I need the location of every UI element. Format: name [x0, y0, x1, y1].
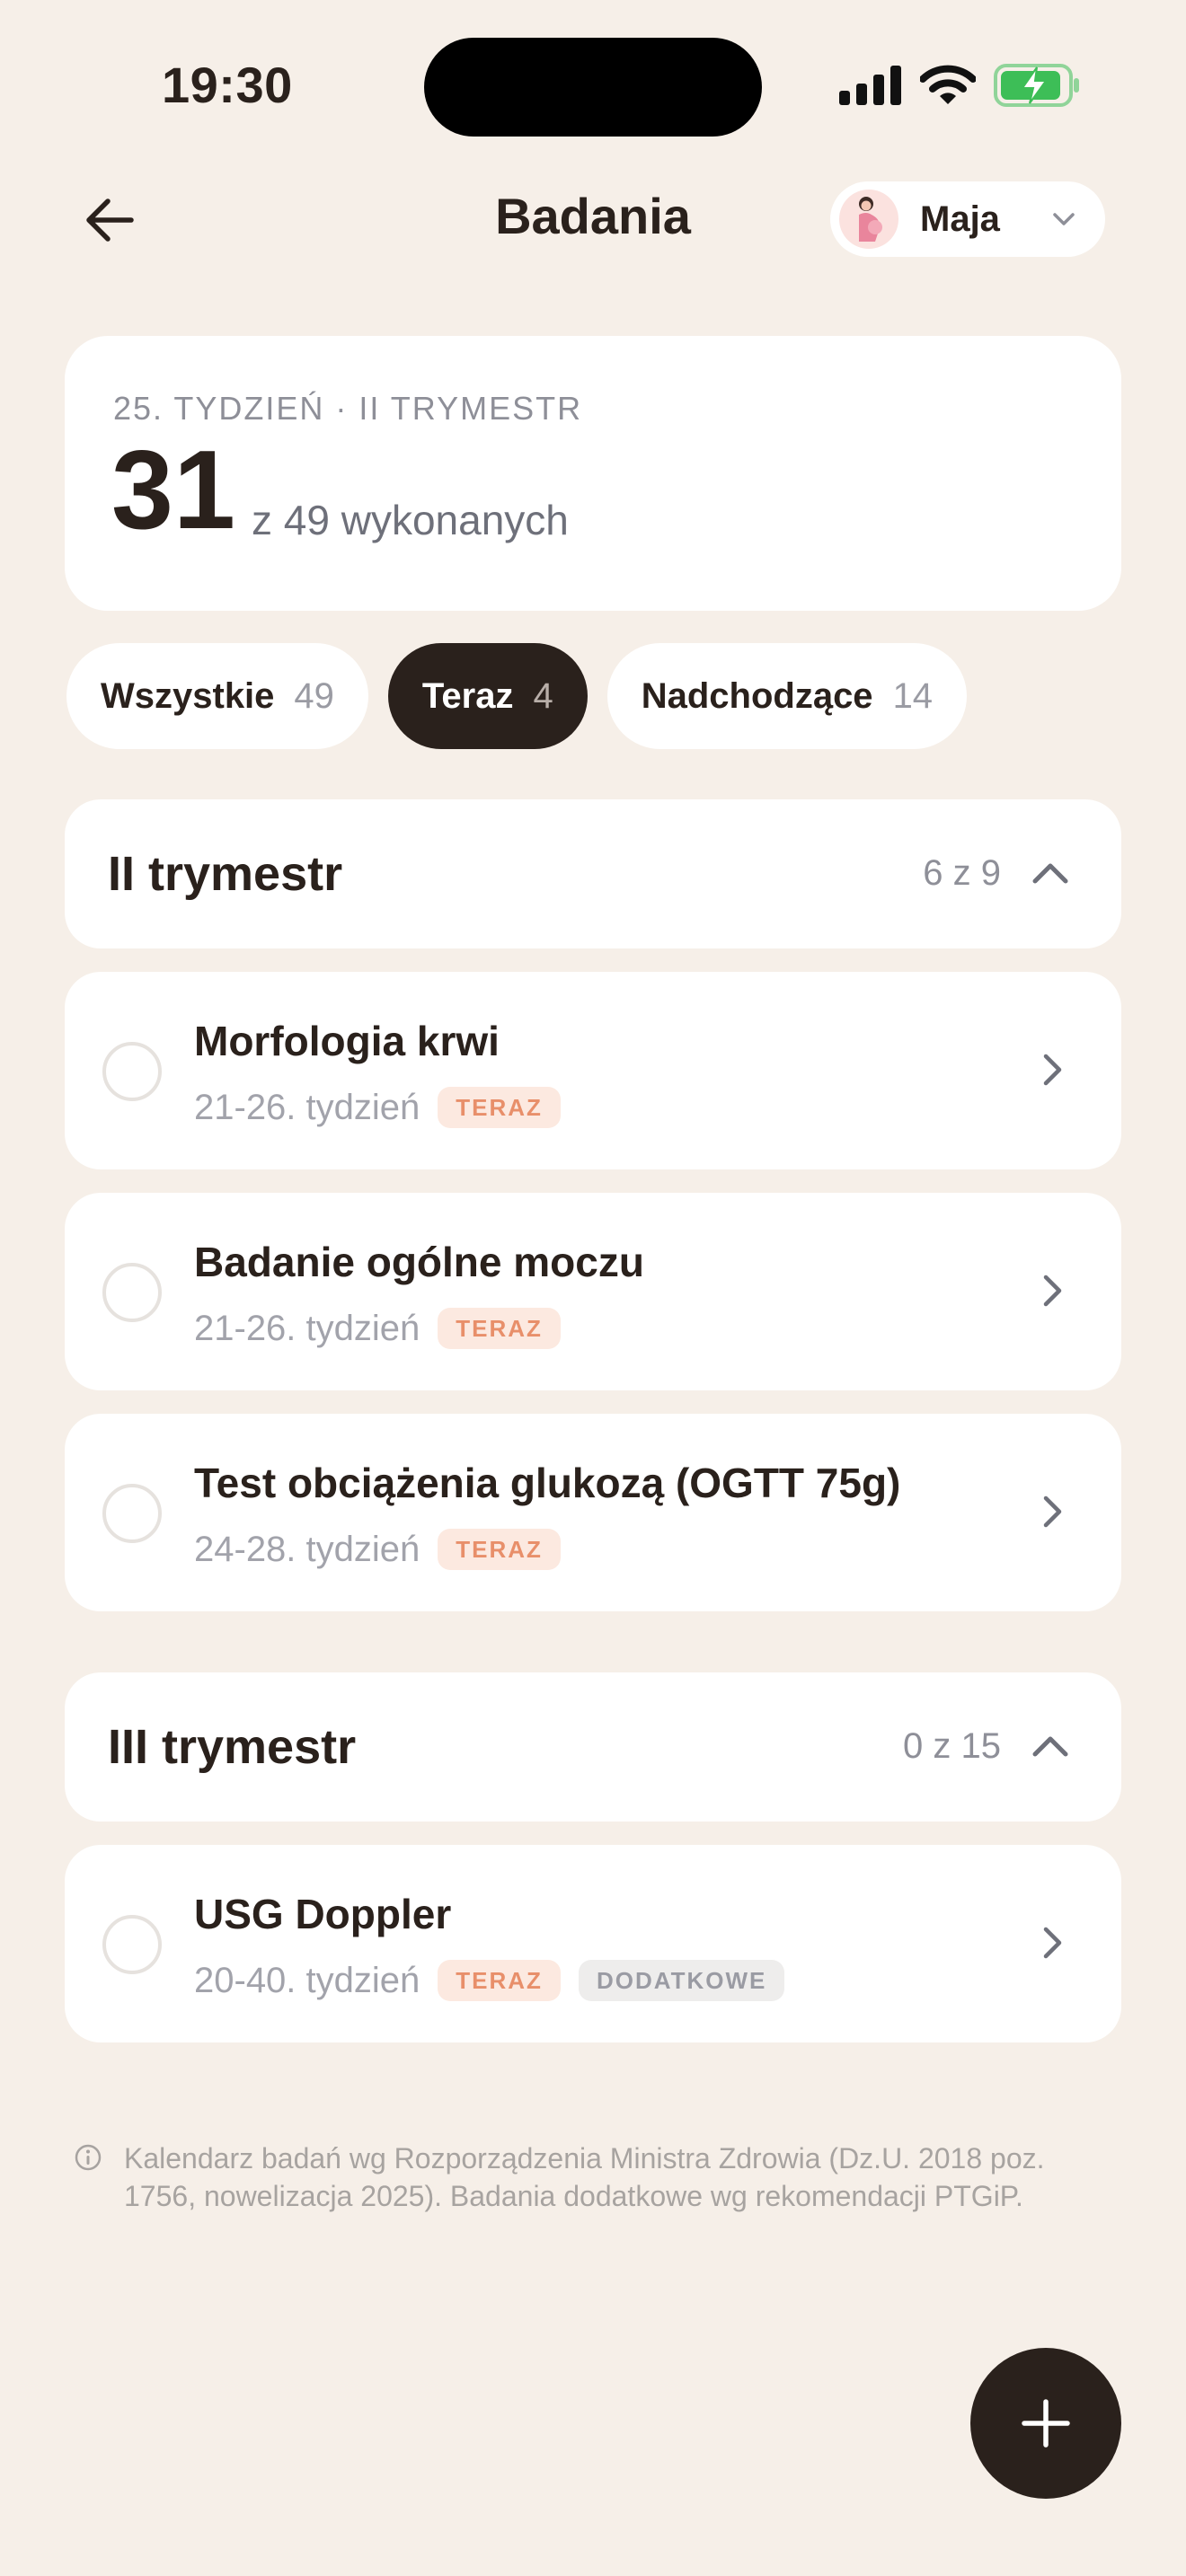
- profile-switcher[interactable]: Maja: [830, 181, 1105, 257]
- week-trimester-label: 25. TYDZIEŃ · II TRYMESTR: [113, 390, 583, 427]
- section-header-trimester-2[interactable]: II trymestr 6 z 9: [65, 799, 1121, 948]
- exam-meta: 21-26. tydzień TERAZ: [194, 1087, 561, 1128]
- wifi-icon: [920, 65, 976, 104]
- completed-total-text: z 49 wykonanych: [252, 497, 569, 543]
- completion-checkbox[interactable]: [102, 1263, 162, 1322]
- chevron-right-icon: [1043, 1495, 1062, 1528]
- now-badge: TERAZ: [438, 1529, 561, 1570]
- exam-title: USG Doppler: [194, 1891, 452, 1937]
- dynamic-island: [424, 38, 762, 137]
- exam-meta: 20-40. tydzień TERAZ DODATKOWE: [194, 1960, 785, 2001]
- section-title: II trymestr: [108, 847, 343, 901]
- chip-label: Wszystkie: [101, 675, 275, 716]
- now-badge: TERAZ: [438, 1087, 561, 1128]
- cellular-signal-icon: [839, 66, 901, 105]
- exam-week-range: 20-40. tydzień: [194, 1960, 420, 2000]
- chevron-up-icon[interactable]: [1030, 853, 1071, 895]
- exam-row[interactable]: Morfologia krwi 21-26. tydzień TERAZ: [65, 972, 1121, 1169]
- section-header-trimester-3[interactable]: III trymestr 0 z 15: [65, 1672, 1121, 1822]
- chevron-up-icon[interactable]: [1030, 1726, 1071, 1768]
- progress-summary-card: 25. TYDZIEŃ · II TRYMESTR 31 z 49 wykona…: [65, 336, 1121, 611]
- plus-icon: [1022, 2399, 1070, 2448]
- chip-count: 49: [294, 675, 334, 716]
- chevron-down-icon: [1053, 213, 1075, 225]
- now-badge: TERAZ: [438, 1308, 561, 1349]
- chip-label: Nadchodzące: [641, 675, 873, 716]
- exam-week-range: 21-26. tydzień: [194, 1308, 420, 1348]
- chevron-right-icon: [1043, 1054, 1062, 1086]
- exam-row[interactable]: Badanie ogólne moczu 21-26. tydzień TERA…: [65, 1193, 1121, 1390]
- profile-name: Maja: [920, 198, 1000, 239]
- pregnant-woman-icon: [859, 197, 882, 242]
- completed-count: 31: [111, 428, 235, 552]
- add-exam-button[interactable]: [970, 2348, 1121, 2499]
- chip-label: Teraz: [421, 675, 514, 716]
- completion-checkbox[interactable]: [102, 1042, 162, 1101]
- exam-meta: 24-28. tydzień TERAZ: [194, 1529, 561, 1570]
- avatar: [839, 190, 898, 249]
- exam-title: Badanie ogólne moczu: [194, 1239, 644, 1285]
- chevron-right-icon: [1043, 1927, 1062, 1959]
- section-count: 6 z 9: [923, 853, 1001, 893]
- filter-upcoming-chip[interactable]: Nadchodzące 14: [606, 643, 968, 749]
- exam-title: Test obciążenia glukozą (OGTT 75g): [194, 1460, 901, 1506]
- exam-week-range: 21-26. tydzień: [194, 1087, 420, 1127]
- exam-title: Morfologia krwi: [194, 1018, 500, 1064]
- section-title: III trymestr: [108, 1720, 357, 1774]
- section-count: 0 z 15: [903, 1726, 1001, 1766]
- status-time: 19:30: [162, 57, 293, 113]
- exam-week-range: 24-28. tydzień: [194, 1529, 420, 1569]
- screen: 19:30 Badania Maja 25. TYDZIEŃ · II TRYM…: [0, 0, 1186, 2576]
- filter-now-chip[interactable]: Teraz 4: [387, 643, 588, 749]
- now-badge: TERAZ: [438, 1960, 561, 2001]
- footnote: Kalendarz badań wg Rozporządzenia Minist…: [74, 2139, 1098, 2215]
- status-icons: [839, 63, 1080, 108]
- filter-chips: Wszystkie 49 Teraz 4 Nadchodzące 14: [66, 643, 968, 749]
- exam-row[interactable]: USG Doppler 20-40. tydzień TERAZ DODATKO…: [65, 1845, 1121, 2042]
- additional-badge: DODATKOWE: [578, 1960, 785, 2001]
- exam-row[interactable]: Test obciążenia glukozą (OGTT 75g) 24-28…: [65, 1414, 1121, 1611]
- exam-meta: 21-26. tydzień TERAZ: [194, 1308, 561, 1349]
- filter-all-chip[interactable]: Wszystkie 49: [66, 643, 368, 749]
- chevron-right-icon: [1043, 1275, 1062, 1307]
- footnote-text: Kalendarz badań wg Rozporządzenia Minist…: [124, 2142, 1045, 2212]
- chip-count: 14: [892, 675, 934, 716]
- completion-checkbox[interactable]: [102, 1915, 162, 1974]
- battery-charging-icon: [994, 64, 1079, 107]
- info-icon: [75, 2144, 102, 2171]
- completion-checkbox[interactable]: [102, 1484, 162, 1543]
- chip-count: 4: [533, 675, 553, 716]
